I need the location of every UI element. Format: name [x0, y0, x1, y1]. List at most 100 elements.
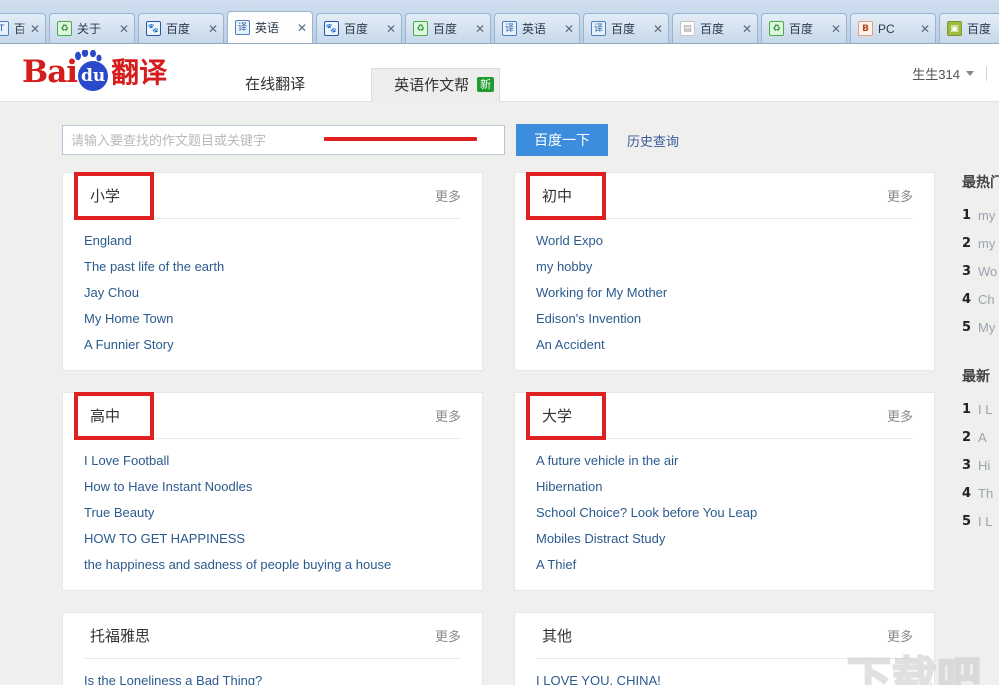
browser-tab[interactable]: 译英语✕ [227, 11, 313, 43]
essay-link[interactable]: Mobiles Distract Study [536, 531, 665, 546]
history-query-link[interactable]: 历史查询 [627, 131, 679, 150]
browser-tab[interactable]: ♻关于✕ [49, 13, 135, 43]
rail-link[interactable]: I L [978, 508, 992, 536]
card-title: 大学 [536, 402, 578, 429]
more-link[interactable]: 更多 [435, 626, 461, 645]
browser-tab[interactable]: 🐾百度✕ [316, 13, 402, 43]
more-link[interactable]: 更多 [887, 626, 913, 645]
rail-rank: 4 [962, 480, 978, 508]
close-icon[interactable]: ✕ [831, 22, 841, 36]
close-icon[interactable]: ✕ [564, 22, 574, 36]
category-card: 其他更多I LOVE YOU, CHINA! [514, 612, 935, 685]
close-icon[interactable]: ✕ [742, 22, 752, 36]
essay-link[interactable]: A Thief [536, 557, 576, 572]
rail-list-item: 1my [962, 202, 999, 230]
list-item: A Funnier Story [84, 332, 461, 358]
close-icon[interactable]: ✕ [208, 22, 218, 36]
close-icon[interactable]: ✕ [30, 22, 40, 36]
rail-link[interactable]: my [978, 230, 995, 258]
nav-item-label: 英语作文帮 [394, 77, 469, 94]
browser-tab-title: 百度 [789, 20, 828, 37]
rail-rank: 3 [962, 452, 978, 480]
site-header: Bai du 翻译 在线翻译 英语作文帮新 生生314 [0, 44, 999, 102]
essay-link[interactable]: A future vehicle in the air [536, 453, 678, 468]
essay-link[interactable]: World Expo [536, 233, 603, 248]
browser-tab[interactable]: BPC✕ [850, 13, 936, 43]
list-item: Mobiles Distract Study [536, 526, 913, 552]
essay-link[interactable]: Edison's Invention [536, 311, 641, 326]
essay-link[interactable]: Jay Chou [84, 285, 139, 300]
site-nav: 在线翻译 英语作文帮新 [223, 44, 500, 102]
browser-tab[interactable]: T百度✕ [0, 13, 46, 43]
baidu-fanyi-logo[interactable]: Bai du 翻译 [22, 53, 167, 93]
essay-link[interactable]: My Home Town [84, 311, 173, 326]
list-item: World Expo [536, 228, 913, 254]
essay-link[interactable]: How to Have Instant Noodles [84, 479, 252, 494]
browser-tab-title: 百度 [166, 20, 205, 37]
essay-link[interactable]: the happiness and sadness of people buyi… [84, 557, 391, 572]
recycle-icon: ♻ [769, 21, 784, 36]
olive-app-icon: ▣ [947, 21, 962, 36]
rail-link[interactable]: Ch [978, 286, 995, 314]
rail-list-item: 3Wo [962, 258, 999, 286]
rail-link[interactable]: Wo [978, 258, 997, 286]
list-item: True Beauty [84, 500, 461, 526]
close-icon[interactable]: ✕ [653, 22, 663, 36]
close-icon[interactable]: ✕ [920, 22, 930, 36]
rail-link[interactable]: A [978, 424, 987, 452]
baidu-translate-icon: 译 [591, 21, 606, 36]
browser-tab-title: 百度 [700, 20, 739, 37]
browser-tab-strip: T百度✕♻关于✕🐾百度✕译英语✕🐾百度✕♻百度✕译英语✕译百度✕▤百度✕♻百度✕… [0, 0, 999, 44]
rail-link[interactable]: I L [978, 396, 992, 424]
browser-tab[interactable]: ▤百度✕ [672, 13, 758, 43]
essay-link[interactable]: I Love Football [84, 453, 169, 468]
essay-link[interactable]: HOW TO GET HAPPINESS [84, 531, 245, 546]
essay-link[interactable]: True Beauty [84, 505, 154, 520]
close-icon[interactable]: ✕ [119, 22, 129, 36]
b-logo-icon: B [858, 21, 873, 36]
red-annotation-underline [324, 137, 477, 141]
nav-item-1[interactable]: 英语作文帮新 [371, 68, 500, 102]
rail-link[interactable]: My [978, 314, 995, 342]
close-icon[interactable]: ✕ [386, 22, 396, 36]
rail-link[interactable]: my [978, 202, 995, 230]
rail-list-item: 4Ch [962, 286, 999, 314]
more-link[interactable]: 更多 [887, 186, 913, 205]
rail-rank: 5 [962, 314, 978, 342]
user-name-link[interactable]: 生生314 [912, 64, 960, 83]
more-link[interactable]: 更多 [435, 406, 461, 425]
essay-link[interactable]: Hibernation [536, 479, 603, 494]
browser-tab[interactable]: 🐾百度✕ [138, 13, 224, 43]
more-link[interactable]: 更多 [887, 406, 913, 425]
close-icon[interactable]: ✕ [475, 22, 485, 36]
essay-link[interactable]: A Funnier Story [84, 337, 174, 352]
essay-link[interactable]: School Choice? Look before You Leap [536, 505, 757, 520]
rail-link[interactable]: Hi [978, 452, 990, 480]
browser-tab-title: 英语 [522, 20, 561, 37]
more-link[interactable]: 更多 [435, 186, 461, 205]
essay-link[interactable]: I LOVE YOU, CHINA! [536, 673, 661, 685]
list-item: My Home Town [84, 306, 461, 332]
essay-link[interactable]: The past life of the earth [84, 259, 224, 274]
browser-tab[interactable]: 译英语✕ [494, 13, 580, 43]
browser-tab[interactable]: ▣百度✕ [939, 13, 999, 43]
essay-link[interactable]: Is the Loneliness a Bad Thing? [84, 673, 262, 685]
essay-link[interactable]: England [84, 233, 132, 248]
browser-tab-title: 关于 [77, 20, 116, 37]
rail-rank: 5 [962, 508, 978, 536]
nav-item-0[interactable]: 在线翻译 [223, 68, 327, 102]
rail-link[interactable]: Th [978, 480, 993, 508]
browser-tab[interactable]: ♻ 百度✕ [761, 13, 847, 43]
essay-link[interactable]: my hobby [536, 259, 592, 274]
search-button[interactable]: 百度一下 [516, 124, 608, 156]
essay-link[interactable]: An Accident [536, 337, 605, 352]
browser-tab[interactable]: 译百度✕ [583, 13, 669, 43]
essay-link[interactable]: Working for My Mother [536, 285, 667, 300]
close-icon[interactable]: ✕ [297, 21, 307, 35]
essay-list: A future vehicle in the air Hibernation Sc… [536, 439, 913, 578]
search-row: 百度一下 历史查询 [0, 102, 999, 172]
logo-bai-text: Bai [22, 57, 77, 88]
essay-list: I Love Football How to Have Instant Noodl… [84, 439, 461, 578]
browser-tab[interactable]: ♻百度✕ [405, 13, 491, 43]
chevron-down-icon[interactable] [966, 71, 974, 76]
